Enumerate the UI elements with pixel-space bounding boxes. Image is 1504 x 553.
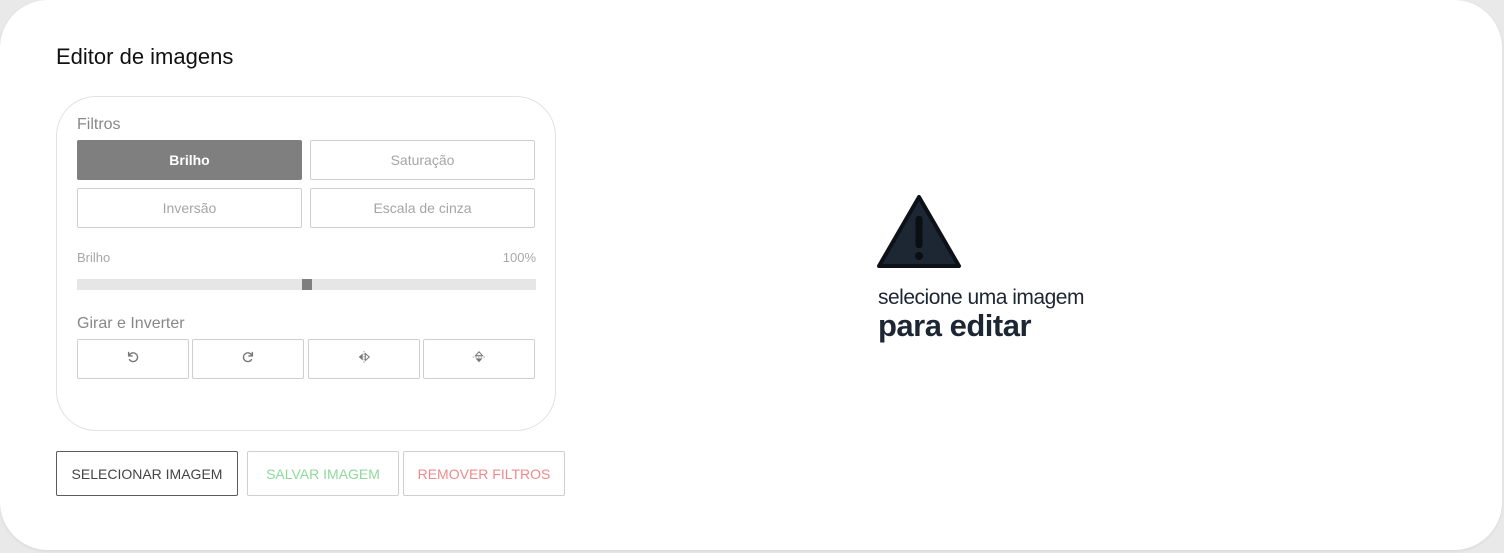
flip-vertical-button[interactable] <box>423 339 535 379</box>
slider-value: 100% <box>502 250 536 265</box>
filters-section-label: Filtros <box>77 116 121 133</box>
flip-vertical-icon <box>472 350 486 369</box>
filter-brightness-button[interactable]: Brilho <box>77 140 302 180</box>
filter-saturation-button[interactable]: Saturação <box>310 140 535 180</box>
slider-info: Brilho 100% <box>77 250 536 265</box>
warning-icon <box>876 194 962 270</box>
rotate-right-button[interactable] <box>192 339 304 379</box>
slider-label: Brilho <box>77 250 111 265</box>
editor-controls-panel: Filtros Brilho Saturação Inversão Escala… <box>56 96 556 431</box>
flip-horizontal-button[interactable] <box>308 339 420 379</box>
save-image-button[interactable]: SALVAR IMAGEM <box>247 451 399 496</box>
slider-thumb[interactable] <box>302 279 312 290</box>
rotate-section-label: Girar e Inverter <box>77 315 185 332</box>
filter-grayscale-button[interactable]: Escala de cinza <box>310 188 535 228</box>
rotate-right-icon <box>241 350 255 369</box>
select-image-button[interactable]: SELECIONAR IMAGEM <box>56 451 238 496</box>
rotate-left-button[interactable] <box>77 339 189 379</box>
filter-inversion-button[interactable]: Inversão <box>77 188 302 228</box>
page-title: Editor de imagens <box>56 44 234 69</box>
remove-filters-button[interactable]: REMOVER FILTROS <box>403 451 565 496</box>
flip-horizontal-icon <box>357 350 371 369</box>
preview-message-line2: para editar <box>878 308 1032 343</box>
preview-message-line1: selecione uma imagem <box>878 286 1084 309</box>
brightness-slider[interactable] <box>77 279 536 290</box>
editor-card: Editor de imagens Filtros Brilho Saturaç… <box>0 0 1502 550</box>
rotate-left-icon <box>126 350 140 369</box>
